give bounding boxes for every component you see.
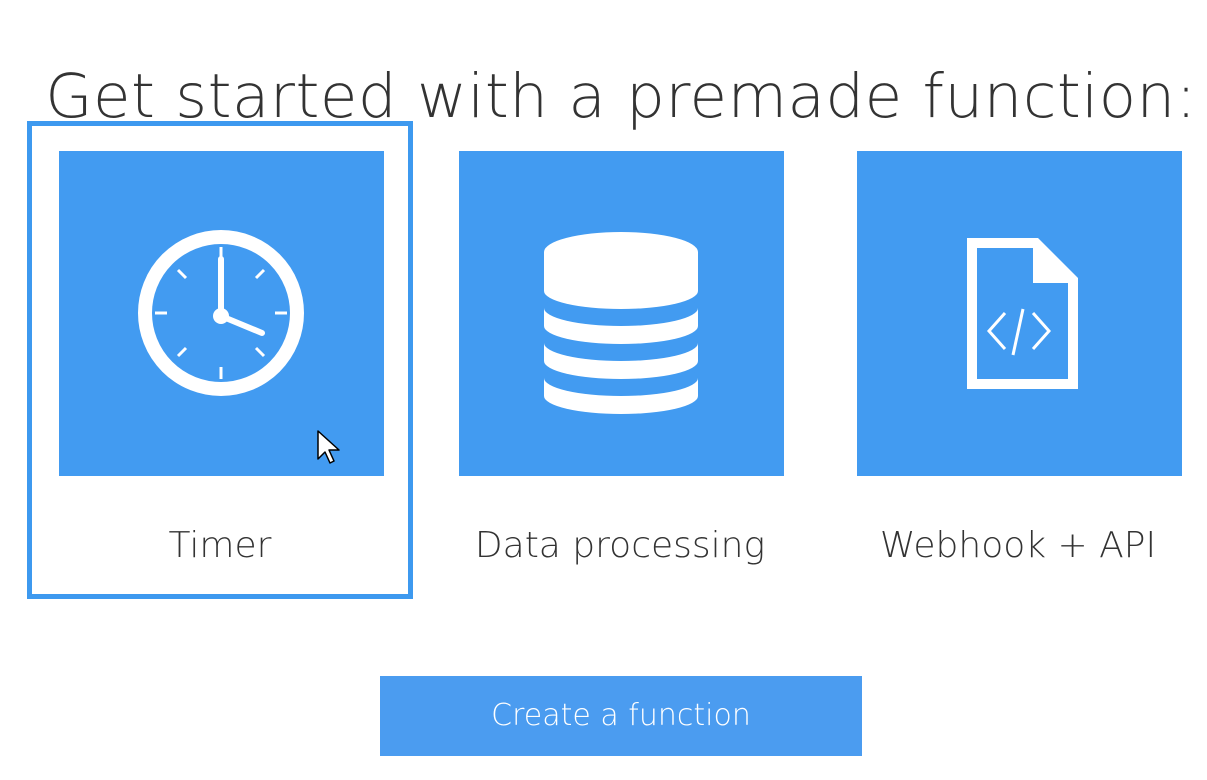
tile-image-timer	[59, 151, 384, 476]
mouse-cursor-icon	[317, 430, 340, 464]
template-tile-data-processing[interactable]: Data processing	[427, 121, 813, 599]
template-label-data-processing: Data processing	[474, 525, 766, 566]
template-tile-timer[interactable]: Timer	[27, 121, 413, 599]
tile-image-data-processing	[459, 151, 784, 476]
create-function-button[interactable]: Create a function	[380, 676, 862, 756]
tile-image-webhook-api	[857, 151, 1182, 476]
database-icon	[544, 232, 698, 414]
template-tile-webhook-api[interactable]: Webhook + API	[825, 121, 1207, 599]
template-label-timer: Timer	[168, 525, 272, 566]
template-label-webhook-api: Webhook + API	[879, 525, 1157, 566]
clock-icon	[138, 230, 304, 396]
code-file-icon	[967, 238, 1078, 389]
